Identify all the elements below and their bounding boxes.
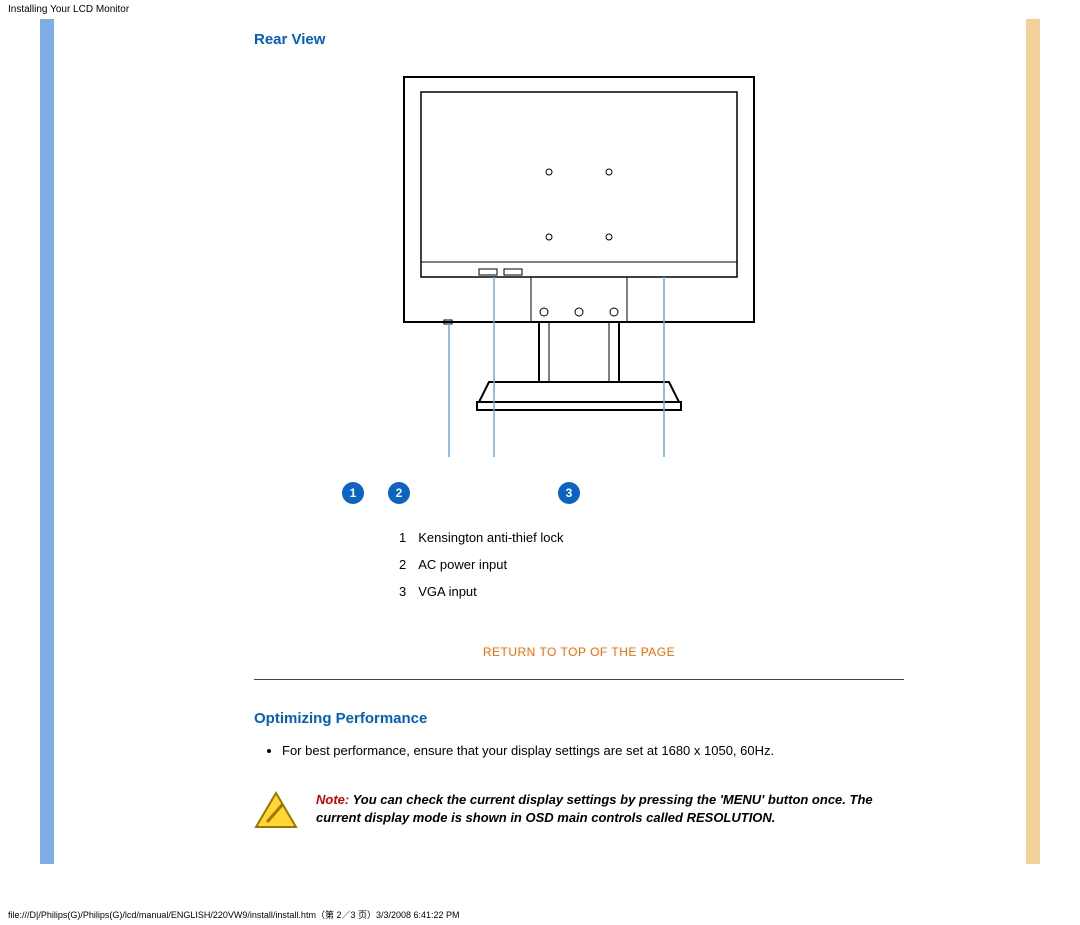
window-title: Installing Your LCD Monitor [0, 0, 1080, 19]
rear-callout-badges: 1 2 3 [254, 482, 904, 504]
note-block: Note: You can check the current display … [254, 791, 904, 834]
right-accent-bar [1026, 19, 1040, 864]
left-accent-bar [40, 19, 54, 864]
table-row: 1 Kensington anti-thief lock [399, 524, 576, 551]
label-num: 3 [399, 578, 418, 605]
note-text: Note: You can check the current display … [316, 791, 904, 829]
callout-badge-3: 3 [558, 482, 580, 504]
callout-badge-1: 1 [342, 482, 364, 504]
section-divider [254, 679, 904, 680]
label-text: Kensington anti-thief lock [418, 524, 575, 551]
callout-badge-2: 2 [388, 482, 410, 504]
return-to-top-link[interactable]: RETURN TO TOP OF THE PAGE [254, 645, 904, 659]
label-num: 2 [399, 551, 418, 578]
table-row: 2 AC power input [399, 551, 576, 578]
footer-file-path: file:///D|/Philips(G)/Philips(G)/lcd/man… [0, 904, 1080, 925]
note-label: Note: [316, 792, 349, 807]
table-row: 3 VGA input [399, 578, 576, 605]
warning-icon [254, 791, 298, 834]
label-num: 1 [399, 524, 418, 551]
list-item: For best performance, ensure that your d… [282, 741, 904, 761]
rear-labels-table: 1 Kensington anti-thief lock 2 AC power … [399, 524, 576, 605]
optimizing-heading: Optimizing Performance [254, 710, 904, 727]
optimizing-bullet-list: For best performance, ensure that your d… [254, 741, 904, 761]
label-text: VGA input [418, 578, 575, 605]
page-wrapper: Rear View [0, 19, 1080, 904]
label-text: AC power input [418, 551, 575, 578]
main-content: Rear View [254, 19, 944, 864]
rear-view-diagram: 1 2 3 [254, 62, 904, 504]
note-body: You can check the current display settin… [316, 792, 873, 826]
rear-view-heading: Rear View [254, 31, 904, 48]
